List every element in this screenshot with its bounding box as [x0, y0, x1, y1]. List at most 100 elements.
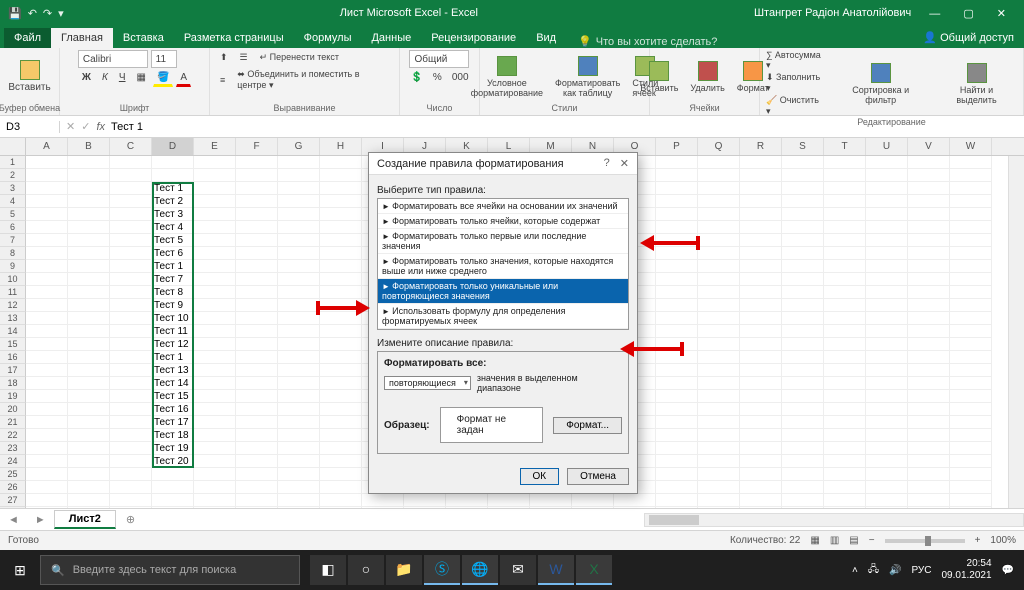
cell[interactable]	[320, 286, 362, 299]
cell[interactable]	[782, 494, 824, 507]
maximize-icon[interactable]: ▢	[953, 8, 983, 20]
row-header[interactable]: 8	[0, 247, 26, 260]
font-name-combo[interactable]: Calibri	[78, 50, 148, 68]
cell[interactable]: Тест 12	[152, 338, 194, 351]
cell[interactable]	[194, 156, 236, 169]
cell[interactable]	[908, 403, 950, 416]
cell[interactable]	[866, 299, 908, 312]
cell[interactable]: Тест 17	[152, 416, 194, 429]
cell[interactable]	[908, 364, 950, 377]
cell[interactable]	[740, 208, 782, 221]
cell[interactable]	[698, 169, 740, 182]
cell[interactable]	[656, 429, 698, 442]
vertical-scrollbar[interactable]	[1008, 156, 1024, 508]
cell[interactable]	[194, 481, 236, 494]
cell[interactable]	[278, 429, 320, 442]
cell[interactable]	[110, 364, 152, 377]
cell[interactable]	[194, 364, 236, 377]
cell[interactable]	[152, 481, 194, 494]
cell[interactable]	[656, 481, 698, 494]
percent-button[interactable]: %	[429, 70, 446, 85]
cell[interactable]	[656, 156, 698, 169]
cell[interactable]	[824, 312, 866, 325]
cell[interactable]	[110, 325, 152, 338]
cell[interactable]	[26, 273, 68, 286]
cell[interactable]	[740, 494, 782, 507]
cell[interactable]: Тест 7	[152, 273, 194, 286]
cell[interactable]	[866, 208, 908, 221]
tab-file[interactable]: Файл	[4, 28, 51, 48]
tray-chevron-icon[interactable]: ˄	[852, 565, 858, 576]
cell[interactable]	[236, 442, 278, 455]
cell[interactable]	[740, 390, 782, 403]
cell[interactable]	[950, 221, 992, 234]
task-view-icon[interactable]: ◧	[310, 555, 346, 585]
rule-type-item[interactable]: Использовать формулу для определения фор…	[378, 304, 628, 329]
cell[interactable]	[908, 273, 950, 286]
cell[interactable]	[824, 195, 866, 208]
cell[interactable]	[26, 390, 68, 403]
cell[interactable]	[866, 364, 908, 377]
view-pagebreak-icon[interactable]: ▤	[849, 535, 858, 546]
cell[interactable]	[698, 494, 740, 507]
tab-layout[interactable]: Разметка страницы	[174, 28, 294, 48]
cell[interactable]	[614, 494, 656, 507]
cell[interactable]	[698, 468, 740, 481]
cell[interactable]	[698, 442, 740, 455]
cell[interactable]	[908, 338, 950, 351]
cell[interactable]	[824, 299, 866, 312]
cell[interactable]	[110, 273, 152, 286]
cell[interactable]	[740, 169, 782, 182]
cell[interactable]	[278, 195, 320, 208]
cell[interactable]	[656, 442, 698, 455]
cell[interactable]	[68, 156, 110, 169]
cell[interactable]	[698, 260, 740, 273]
cell[interactable]	[236, 208, 278, 221]
cell[interactable]	[782, 364, 824, 377]
conditional-format-button[interactable]: Условное форматирование	[467, 54, 547, 100]
cell[interactable]	[320, 273, 362, 286]
cell[interactable]	[320, 221, 362, 234]
cell[interactable]: Тест 1	[152, 182, 194, 195]
cell[interactable]	[236, 494, 278, 507]
cell[interactable]	[446, 507, 488, 508]
cell[interactable]	[194, 403, 236, 416]
cell[interactable]	[236, 156, 278, 169]
sheet-nav-next[interactable]: ►	[27, 514, 54, 526]
cell[interactable]	[110, 260, 152, 273]
column-header[interactable]: G	[278, 138, 320, 155]
cell[interactable]	[26, 286, 68, 299]
cell[interactable]	[68, 429, 110, 442]
cell[interactable]	[866, 377, 908, 390]
cell[interactable]: Тест 1	[152, 351, 194, 364]
cell[interactable]	[908, 312, 950, 325]
cell[interactable]	[950, 299, 992, 312]
cell[interactable]	[950, 260, 992, 273]
cell[interactable]	[698, 390, 740, 403]
row-header[interactable]: 19	[0, 390, 26, 403]
clear-button[interactable]: 🧹 Очистить ▾	[766, 95, 825, 117]
format-table-button[interactable]: Форматировать как таблицу	[551, 54, 624, 100]
cell[interactable]	[614, 507, 656, 508]
cell[interactable]	[68, 351, 110, 364]
cell[interactable]	[656, 182, 698, 195]
formula-bar[interactable]: Тест 1	[111, 121, 143, 133]
cell[interactable]: Тест 9	[152, 299, 194, 312]
cell[interactable]	[236, 507, 278, 508]
cell[interactable]	[320, 234, 362, 247]
cell[interactable]	[68, 442, 110, 455]
cell[interactable]	[950, 273, 992, 286]
minimize-icon[interactable]: —	[919, 8, 950, 20]
row-header[interactable]: 1	[0, 156, 26, 169]
cell[interactable]	[656, 390, 698, 403]
zoom-out-button[interactable]: −	[869, 535, 875, 546]
cell[interactable]	[908, 182, 950, 195]
cell[interactable]	[782, 169, 824, 182]
add-sheet-button[interactable]: ⊕	[116, 513, 145, 526]
cell[interactable]	[698, 481, 740, 494]
cell[interactable]	[824, 364, 866, 377]
cell[interactable]	[110, 182, 152, 195]
cell[interactable]	[908, 442, 950, 455]
cell[interactable]	[194, 377, 236, 390]
row-header[interactable]: 23	[0, 442, 26, 455]
